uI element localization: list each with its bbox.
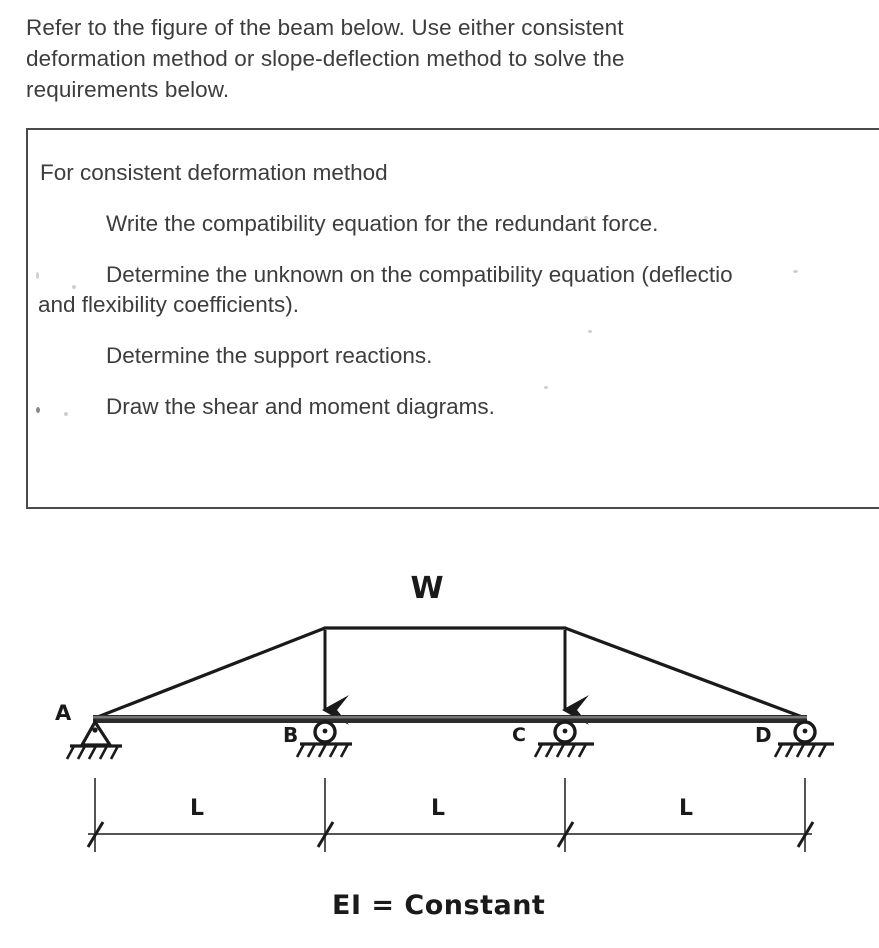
scan-speckle bbox=[64, 412, 68, 416]
load-arrows bbox=[322, 630, 589, 725]
intro-paragraph: Refer to the figure of the beam below. U… bbox=[26, 12, 854, 105]
requirement-item-2: Determine the unknown on the compatibili… bbox=[106, 262, 733, 287]
support-c bbox=[533, 720, 594, 758]
scan-speckle bbox=[588, 330, 592, 333]
intro-line-1: Refer to the figure of the beam below. U… bbox=[26, 15, 624, 40]
support-label-d: D bbox=[755, 723, 772, 747]
beam-figure: W A B C D L L L EI = Constant bbox=[0, 540, 879, 948]
scan-speckle bbox=[72, 285, 76, 289]
requirement-item-4: Draw the shear and moment diagrams. bbox=[106, 394, 495, 419]
support-a bbox=[65, 718, 122, 760]
requirement-item-2-continued: and flexibility coefficients). bbox=[38, 292, 299, 317]
support-d bbox=[773, 720, 834, 758]
support-b bbox=[295, 720, 352, 758]
requirement-item-1: Write the compatibility equation for the… bbox=[106, 211, 659, 236]
scan-speckle bbox=[544, 386, 548, 389]
load-label-w: W bbox=[410, 571, 443, 606]
scan-speckle bbox=[36, 407, 40, 413]
scan-speckle bbox=[584, 216, 588, 219]
ei-constant-note: EI = Constant bbox=[332, 890, 545, 921]
dimension-label-l-3: L bbox=[679, 796, 693, 821]
beam-diagram-svg: W A B C D L L L EI = Constant bbox=[55, 571, 834, 921]
intro-line-2: deformation method or slope-deflection m… bbox=[26, 46, 625, 71]
support-label-b: B bbox=[283, 723, 298, 747]
requirements-box: For consistent deformation method Write … bbox=[26, 128, 879, 509]
support-label-c: C bbox=[512, 724, 526, 746]
scan-speckle bbox=[793, 270, 798, 273]
dimension-label-l-1: L bbox=[190, 796, 204, 821]
requirements-heading: For consistent deformation method bbox=[40, 160, 388, 185]
dimension-label-l-2: L bbox=[431, 796, 445, 821]
beam-member bbox=[93, 715, 807, 723]
requirement-item-3: Determine the support reactions. bbox=[106, 343, 433, 368]
support-label-a: A bbox=[55, 701, 72, 725]
distributed-load-outline bbox=[94, 626, 806, 720]
scan-speckle bbox=[36, 272, 39, 279]
intro-line-3: requirements below. bbox=[26, 77, 230, 102]
